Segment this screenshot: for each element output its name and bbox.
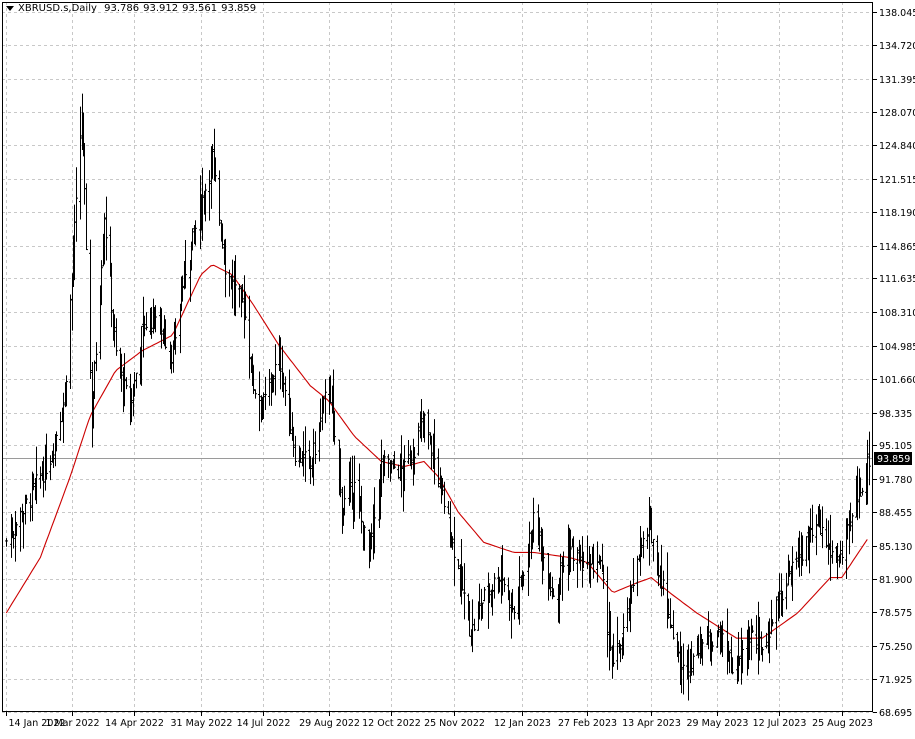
date-tick-label: 25 Aug 2023 bbox=[812, 718, 873, 729]
price-tick-label: 108.310 bbox=[879, 308, 915, 319]
price-tick-label: 138.045 bbox=[879, 8, 915, 19]
price-tick-label: 68.695 bbox=[879, 708, 912, 719]
price-tick-label: 71.925 bbox=[879, 675, 912, 686]
symbol-label: XBRUSD.s,Daily bbox=[18, 3, 97, 14]
date-tick-label: 27 Feb 2023 bbox=[558, 718, 617, 729]
price-tick-label: 88.455 bbox=[879, 508, 912, 519]
low-value: 93.561 bbox=[182, 3, 218, 14]
date-tick-label: 12 Oct 2022 bbox=[362, 718, 421, 729]
price-tick-label: 95.105 bbox=[879, 441, 912, 452]
price-tick-label: 111.635 bbox=[879, 274, 915, 285]
date-tick-label: 25 Nov 2022 bbox=[424, 718, 485, 729]
price-tick-label: 98.335 bbox=[879, 409, 912, 420]
chart-header: XBRUSD.s,Daily 93.786 93.912 93.561 93.859 bbox=[6, 3, 260, 14]
price-tick-label: 101.660 bbox=[879, 375, 915, 386]
date-tick-label: 13 Apr 2023 bbox=[622, 718, 681, 729]
date-tick-label: 14 Apr 2022 bbox=[105, 718, 164, 729]
price-tick-label: 104.985 bbox=[879, 342, 915, 353]
date-tick-label: 31 May 2022 bbox=[171, 718, 233, 729]
open-value: 93.786 bbox=[104, 3, 140, 14]
chart-area[interactable]: 138.045 134.720 131.395 128.070 124.840 121.5… bbox=[0, 0, 915, 735]
dropdown-triangle-icon[interactable] bbox=[6, 5, 14, 11]
price-tick-label: 134.720 bbox=[879, 41, 915, 52]
price-tick-label: 85.130 bbox=[879, 542, 912, 553]
high-value: 93.912 bbox=[143, 3, 179, 14]
close-value: 93.859 bbox=[221, 3, 257, 14]
price-tick-label: 81.900 bbox=[879, 575, 912, 586]
price-tick-label: 91.780 bbox=[879, 475, 912, 486]
price-tick-label: 78.575 bbox=[879, 608, 912, 619]
price-tick-label: 131.395 bbox=[879, 75, 915, 86]
date-tick-label: 29 Aug 2022 bbox=[299, 718, 360, 729]
date-tick-label: 1 Mar 2022 bbox=[45, 718, 99, 729]
current-price-label: 93.859 bbox=[877, 454, 910, 465]
price-tick-label: 121.515 bbox=[879, 175, 915, 186]
ohlc-chart[interactable]: 138.045 134.720 131.395 128.070 124.840 121.5… bbox=[0, 0, 915, 735]
current-price-tag: 93.859 bbox=[874, 452, 912, 465]
price-tick-label: 114.865 bbox=[879, 242, 915, 253]
date-tick-label: 12 Jul 2023 bbox=[753, 718, 807, 729]
date-tick-label: 14 Jul 2022 bbox=[237, 718, 291, 729]
price-tick-label: 124.840 bbox=[879, 141, 915, 152]
date-tick-label: 12 Jan 2023 bbox=[494, 718, 551, 729]
date-tick-label: 29 May 2023 bbox=[687, 718, 749, 729]
price-tick-label: 75.250 bbox=[879, 642, 912, 653]
price-tick-label: 128.070 bbox=[879, 108, 915, 119]
price-tick-label: 118.190 bbox=[879, 208, 915, 219]
